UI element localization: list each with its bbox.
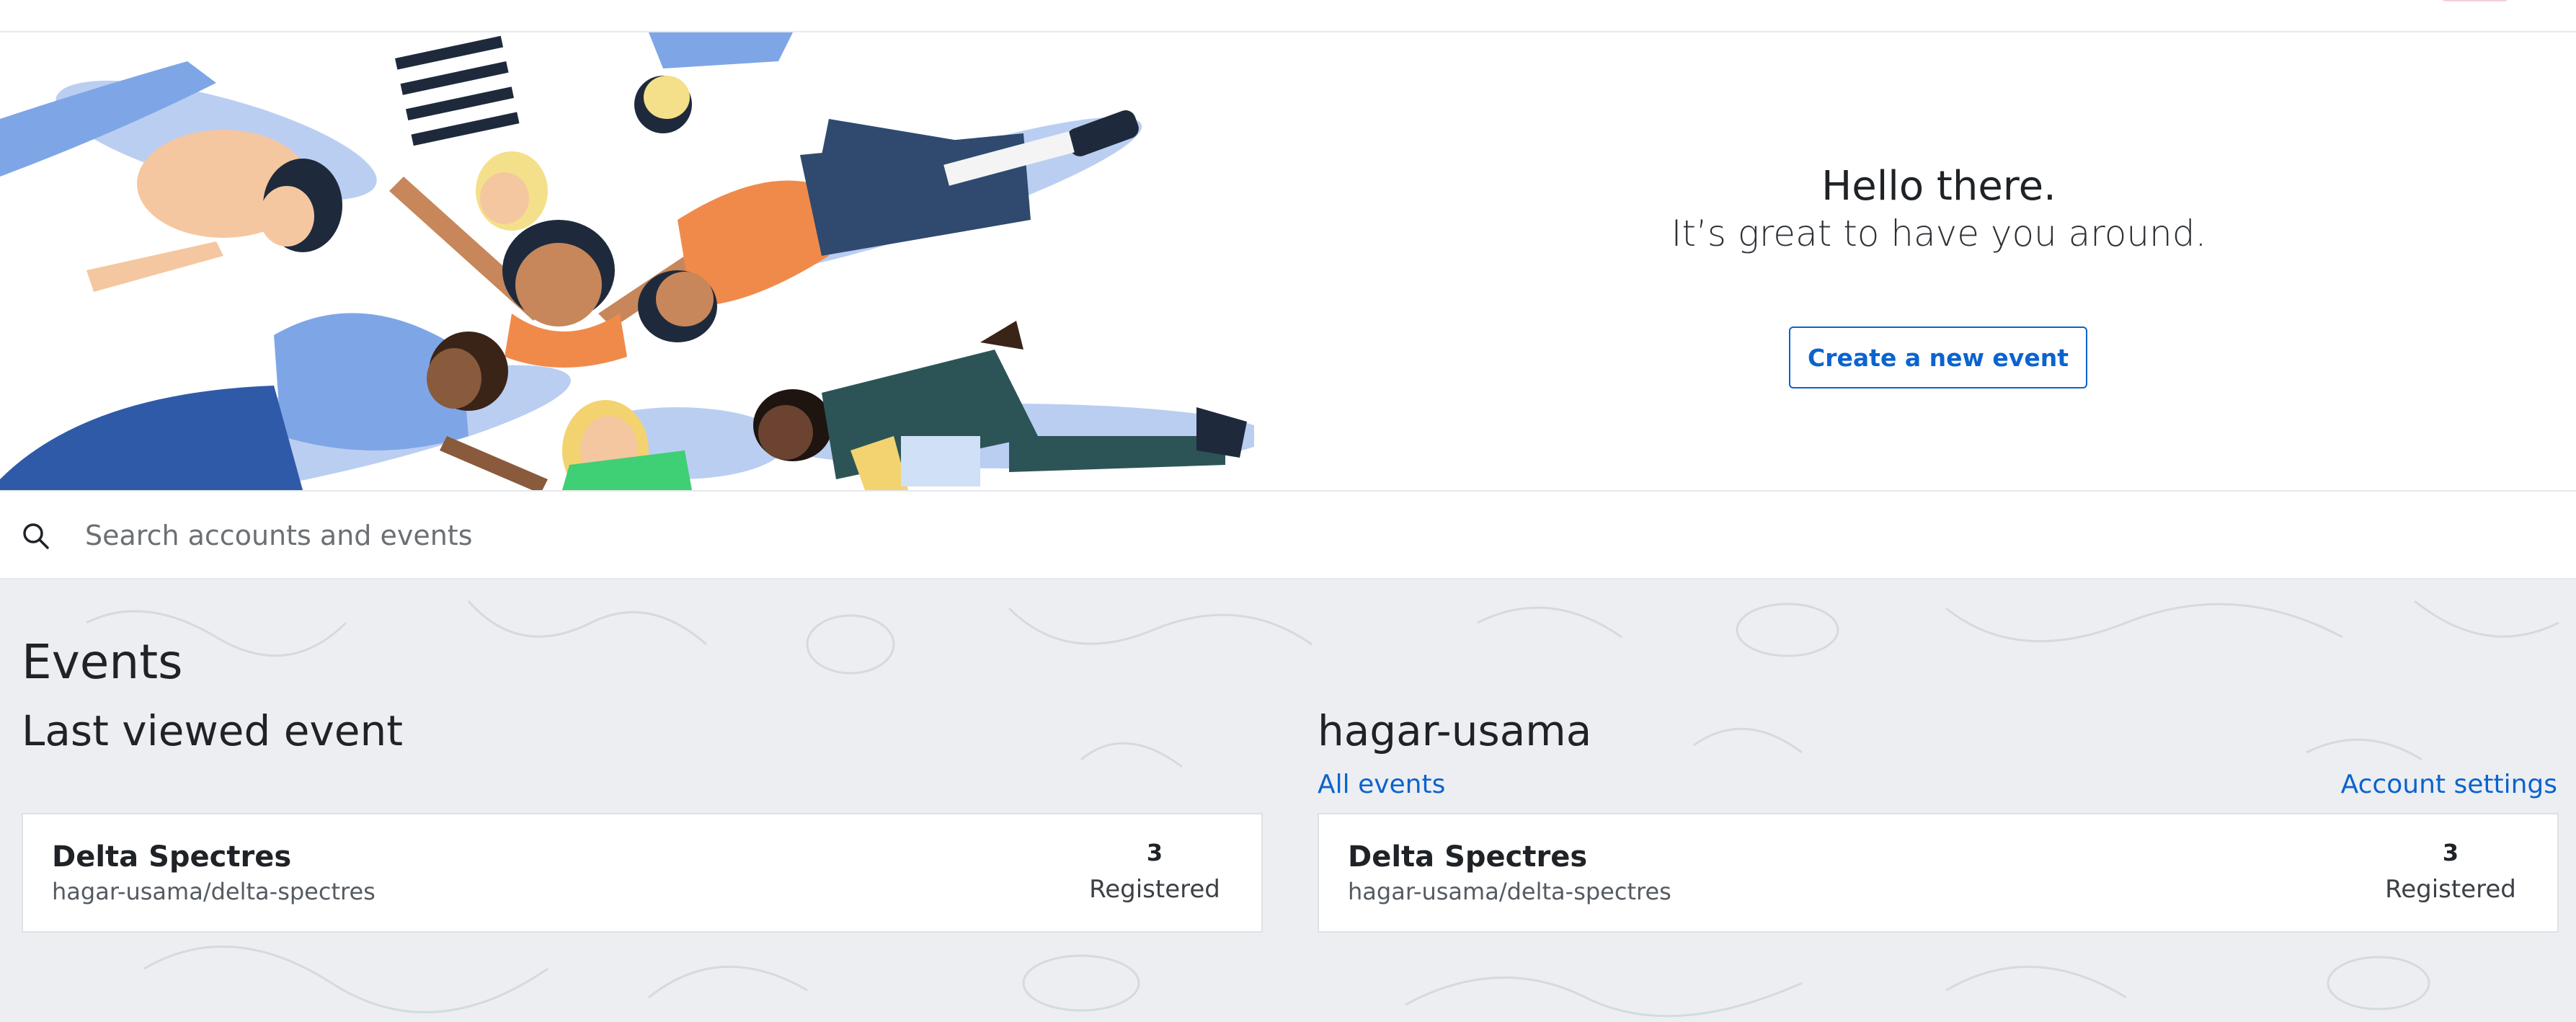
create-event-button[interactable]: Create a new event xyxy=(1789,326,2087,388)
event-name: Delta Spectres xyxy=(52,840,292,874)
hero-illustration xyxy=(0,32,1254,490)
background-pattern xyxy=(86,600,2559,1018)
search-bar xyxy=(0,490,2576,579)
account-title: hagar-usama xyxy=(1318,706,1592,755)
hero-title: Hello there. xyxy=(1821,163,2056,210)
user-avatar[interactable] xyxy=(2440,0,2510,1)
registered-label: Registered xyxy=(2385,875,2516,904)
hero-greeting: Hello there. It’s great to have you arou… xyxy=(1542,162,2335,255)
top-bar xyxy=(0,0,2576,32)
event-name: Delta Spectres xyxy=(1348,840,1588,874)
events-section: Events Last viewed event Delta Spectres … xyxy=(0,579,2576,1022)
search-icon xyxy=(23,523,49,549)
last-viewed-event-card[interactable]: Delta Spectres hagar-usama/delta-spectre… xyxy=(22,813,1263,933)
hero-subtitle: It’s great to have you around. xyxy=(1671,213,2207,255)
account-settings-link[interactable]: Account settings xyxy=(2341,770,2557,799)
events-heading: Events xyxy=(22,634,183,690)
event-slug: hagar-usama/delta-spectres xyxy=(1348,878,1671,905)
account-event-card[interactable]: Delta Spectres hagar-usama/delta-spectre… xyxy=(1318,813,2559,933)
search-input[interactable] xyxy=(84,509,2537,562)
all-events-link[interactable]: All events xyxy=(1318,770,1445,799)
registered-count: 3 xyxy=(2442,839,2459,866)
last-viewed-title: Last viewed event xyxy=(22,706,403,755)
event-slug: hagar-usama/delta-spectres xyxy=(52,878,376,905)
hero-banner: Hello there. It’s great to have you arou… xyxy=(0,32,2576,490)
registered-label: Registered xyxy=(1089,875,1220,904)
registered-count: 3 xyxy=(1146,839,1163,866)
